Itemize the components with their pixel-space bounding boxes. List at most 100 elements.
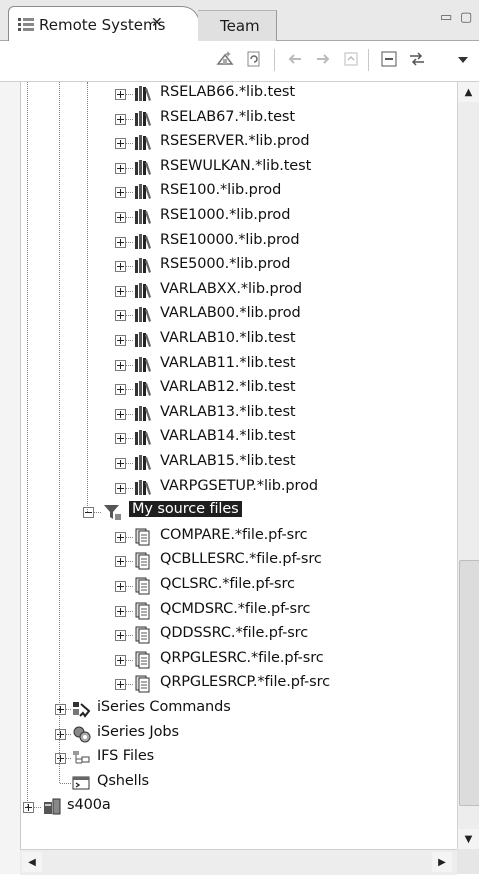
subsystem-row[interactable]: IFS Files [21,746,458,770]
home-icon[interactable] [340,48,362,70]
expand-icon[interactable] [115,236,126,248]
subsystem-row[interactable]: iSeries Jobs [21,722,458,746]
tree-connector [126,217,133,218]
scroll-down-button[interactable]: ▼ [458,829,479,849]
library-label: VARLAB00.*lib.prod [160,305,301,322]
minimize-icon[interactable]: ▭ [440,10,452,25]
source-file-row[interactable]: QRPGLESRC.*file.pf-src [21,648,458,672]
refresh-icon[interactable] [243,48,265,70]
subsystem-row[interactable]: iSeries Commands [21,697,458,721]
expand-icon[interactable] [115,384,126,396]
tree-connector [126,610,133,612]
expand-icon[interactable] [115,285,126,297]
source-file-row[interactable]: QCLSRC.*file.pf-src [21,574,458,598]
expand-icon[interactable] [115,335,126,346]
expand-icon[interactable] [115,187,126,199]
view-tab-bar: Remote Systems ✕ Team ▭ ▢ [0,0,479,41]
source-file-icon [133,601,155,621]
filter-pool-icon [101,502,123,522]
tree-connector [126,561,133,563]
library-icon [133,355,155,375]
tree-connector [126,143,133,145]
expand-icon[interactable] [115,261,126,273]
toolbar-separator [274,49,275,71]
system-connection-icon [41,797,63,817]
tree-connector [126,290,133,292]
expand-icon[interactable] [23,802,34,814]
source-file-label: COMPARE.*file.pf-src [160,526,308,543]
forward-arrow-icon[interactable] [312,48,334,70]
expand-icon[interactable] [55,728,66,740]
expand-icon[interactable] [115,89,126,100]
expand-icon[interactable] [115,581,126,592]
source-file-row[interactable]: QCBLLESRC.*file.pf-src [21,549,458,573]
tree-connector [126,413,133,415]
expand-icon[interactable] [115,359,126,371]
expand-icon[interactable] [115,138,126,150]
tree-connector [126,315,133,317]
tree-connector [126,438,133,440]
library-icon [133,305,155,325]
connection-row-s400a[interactable]: s400a [21,795,458,819]
scroll-right-button[interactable]: ▶ [432,852,452,872]
back-arrow-icon[interactable] [284,48,306,70]
library-label: RSESERVER.*lib.prod [160,133,310,150]
source-file-row[interactable]: QCMDSRC.*file.pf-src [21,599,458,623]
tree-connector [126,167,133,169]
expand-icon[interactable] [115,458,126,469]
tree-connector [126,659,133,661]
subsystem-label: Qshells [97,772,149,789]
expand-icon[interactable] [115,630,126,642]
collapse-all-icon[interactable] [378,48,400,70]
tree-connector [126,94,133,95]
library-label: VARLABXX.*lib.prod [160,280,302,297]
link-with-editor-icon[interactable] [406,48,428,70]
view-toolbar [0,41,479,82]
close-icon[interactable]: ✕ [151,15,163,31]
expand-icon[interactable] [55,753,66,765]
vertical-scrollbar[interactable]: ▲ ▼ [457,82,479,849]
collapse-icon[interactable] [83,507,94,519]
remote-systems-tree: RSELAB66.*lib.test RSELAB67.*lib.test RSES… [20,82,458,849]
view-menu-icon[interactable] [452,48,474,70]
expand-icon[interactable] [115,433,126,445]
scroll-left-button[interactable]: ◀ [22,852,42,872]
library-label: RSELAB66.*lib.test [160,84,295,100]
subsystem-row[interactable]: Qshells [21,771,458,795]
expand-icon[interactable] [115,556,126,568]
library-icon [133,428,155,448]
expand-icon[interactable] [115,654,126,666]
library-icon [133,182,155,202]
tree-connector [126,635,133,637]
source-file-row[interactable]: QDDSSRC.*file.pf-src [21,623,458,647]
expand-icon[interactable] [115,310,126,322]
expand-icon[interactable] [55,704,66,715]
expand-icon[interactable] [115,212,126,223]
maximize-icon[interactable]: ▢ [460,10,472,25]
expand-icon[interactable] [115,605,126,617]
source-file-row[interactable]: QRPGLESRCP.*file.pf-src [21,672,458,696]
scroll-left-icon: ◀ [28,856,36,868]
expand-icon[interactable] [115,679,126,691]
new-connection-icon[interactable] [214,48,236,70]
tab-team[interactable]: Team [198,10,277,41]
tab-remote-systems-label: Remote Systems [39,16,166,34]
library-icon [133,404,155,424]
tree-connector [126,192,133,194]
expand-icon[interactable] [115,482,126,494]
expand-icon[interactable] [115,531,126,543]
tab-remote-systems[interactable]: Remote Systems ✕ [8,6,200,41]
library-label: VARLAB14.*lib.test [160,428,296,445]
tree-connector [60,782,71,784]
horizontal-scrollbar[interactable]: ◀ ▶ [20,849,457,875]
scroll-thumb[interactable] [459,560,479,806]
library-icon [133,133,155,153]
tree-connector [126,389,133,391]
scroll-up-button[interactable]: ▲ [458,82,479,102]
expand-icon[interactable] [115,408,126,420]
ifs-files-icon [71,748,93,768]
source-file-icon [133,650,155,670]
source-file-row[interactable]: COMPARE.*file.pf-src [21,525,458,549]
expand-icon[interactable] [115,162,126,174]
expand-icon[interactable] [115,113,126,125]
